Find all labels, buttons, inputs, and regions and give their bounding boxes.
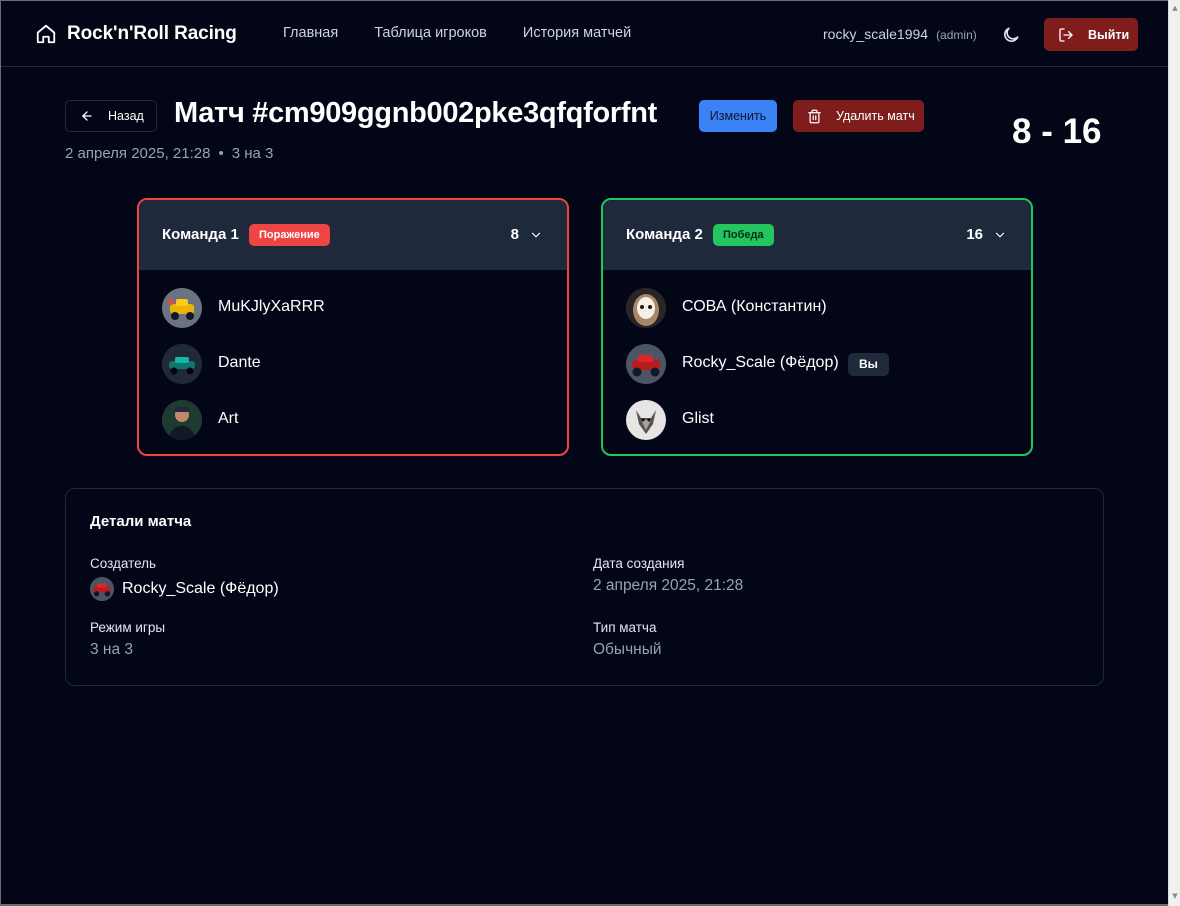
edit-button[interactable]: Изменить bbox=[699, 100, 777, 132]
home-icon bbox=[36, 24, 56, 44]
page-title: Матч #cm909ggnb002pke3qfqforfnt bbox=[174, 97, 657, 129]
logout-label: Выйти bbox=[1088, 27, 1130, 42]
avatar bbox=[626, 400, 666, 440]
game-mode-field: Режим игры 3 на 3 bbox=[90, 620, 165, 659]
player-name: Dante bbox=[218, 354, 261, 371]
player-row[interactable]: Art bbox=[139, 398, 567, 454]
player-name: СОВА (Константин) bbox=[682, 298, 827, 315]
result-badge: Победа bbox=[713, 224, 774, 246]
player-row[interactable]: Dante bbox=[139, 342, 567, 398]
chevron-down-icon[interactable] bbox=[993, 228, 1007, 242]
arrow-left-icon bbox=[82, 111, 92, 121]
creator-link[interactable]: Rocky_Scale (Фёдор) bbox=[90, 577, 279, 601]
team-name: Команда 2 bbox=[626, 226, 703, 243]
created-date-field: Дата создания 2 апреля 2025, 21:28 bbox=[593, 556, 743, 595]
creator-label: Создатель bbox=[90, 556, 157, 571]
player-name: Art bbox=[218, 410, 239, 427]
match-details-card: Детали матча Создатель Rocky_Scale (Фёдо… bbox=[65, 488, 1104, 686]
final-score: 8 - 16 bbox=[1012, 112, 1102, 151]
current-user: rocky_scale1994 (admin) bbox=[823, 26, 977, 42]
avatar bbox=[162, 288, 202, 328]
user-role: (admin) bbox=[936, 28, 977, 42]
match-mode: 3 на 3 bbox=[231, 145, 274, 162]
avatar bbox=[162, 344, 202, 384]
nav-leaderboard[interactable]: Таблица игроков bbox=[374, 25, 487, 41]
game-mode-value: 3 на 3 bbox=[90, 641, 134, 658]
avatar bbox=[626, 288, 666, 328]
player-row[interactable]: Glist bbox=[603, 398, 1031, 454]
player-list: СОВА (Константин) Rocky_Scale (Фёдор) Вы… bbox=[603, 270, 1031, 454]
player-list: MuKJlyXaRRR Dante Art bbox=[139, 270, 567, 454]
avatar bbox=[626, 344, 666, 384]
player-name: MuKJlyXaRRR bbox=[218, 298, 325, 315]
nav-match-history[interactable]: История матчей bbox=[523, 25, 631, 41]
match-date: 2 апреля 2025, 21:28 bbox=[65, 145, 211, 162]
created-date-value: 2 апреля 2025, 21:28 bbox=[593, 577, 744, 594]
game-mode-label: Режим игры bbox=[90, 620, 166, 635]
avatar bbox=[162, 400, 202, 440]
logout-icon bbox=[1059, 27, 1073, 42]
team-header[interactable]: Команда 1 Поражение 8 bbox=[139, 200, 567, 270]
creator-name: Rocky_Scale (Фёдор) bbox=[122, 580, 279, 597]
chevron-down-icon[interactable] bbox=[529, 228, 543, 242]
player-name: Rocky_Scale (Фёдор) bbox=[682, 354, 839, 371]
vertical-scrollbar[interactable]: ▲ ▼ bbox=[1168, 0, 1180, 906]
back-label: Назад bbox=[108, 109, 144, 123]
avatar bbox=[90, 577, 114, 601]
match-meta: 2 апреля 2025, 21:28 • 3 на 3 bbox=[65, 145, 273, 162]
delete-match-button[interactable]: Удалить матч bbox=[793, 100, 924, 132]
meta-separator: • bbox=[218, 145, 224, 162]
brand-title: Rock'n'Roll Racing bbox=[67, 23, 237, 44]
match-type-field: Тип матча Обычный bbox=[593, 620, 662, 659]
window-frame-left bbox=[0, 0, 1, 906]
you-badge: Вы bbox=[848, 353, 889, 376]
team-card-2: Команда 2 Победа 16 СОВА (Константин) Ro… bbox=[601, 198, 1033, 456]
main-nav: Главная Таблица игроков История матчей bbox=[283, 25, 631, 41]
moon-icon[interactable] bbox=[1001, 25, 1021, 45]
team-header[interactable]: Команда 2 Победа 16 bbox=[603, 200, 1031, 270]
team-score: 16 bbox=[966, 226, 983, 243]
details-heading: Детали матча bbox=[90, 513, 192, 530]
brand-link[interactable]: Rock'n'Roll Racing bbox=[35, 23, 237, 45]
scroll-up-icon[interactable]: ▲ bbox=[1171, 4, 1179, 12]
nav-home[interactable]: Главная bbox=[283, 25, 338, 41]
player-row[interactable]: Rocky_Scale (Фёдор) Вы bbox=[603, 342, 1031, 398]
top-navbar: Rock'n'Roll Racing Главная Таблица игрок… bbox=[1, 1, 1168, 67]
creator-field: Создатель Rocky_Scale (Фёдор) bbox=[90, 556, 279, 601]
team-card-1: Команда 1 Поражение 8 MuKJlyXaRRR Dante … bbox=[137, 198, 569, 456]
team-score: 8 bbox=[510, 226, 519, 243]
username: rocky_scale1994 bbox=[823, 26, 929, 42]
team-name: Команда 1 bbox=[162, 226, 239, 243]
created-date-label: Дата создания bbox=[593, 556, 685, 571]
player-name: Glist bbox=[682, 410, 714, 427]
player-row[interactable]: MuKJlyXaRRR bbox=[139, 286, 567, 342]
logout-button[interactable]: Выйти bbox=[1044, 18, 1138, 51]
result-badge: Поражение bbox=[249, 224, 330, 246]
match-type-label: Тип матча bbox=[593, 620, 657, 635]
trash-icon bbox=[808, 109, 821, 123]
scroll-down-icon[interactable]: ▼ bbox=[1171, 892, 1179, 900]
match-type-value: Обычный bbox=[593, 641, 662, 658]
back-button[interactable]: Назад bbox=[65, 100, 157, 132]
delete-label: Удалить матч bbox=[836, 109, 915, 123]
player-row[interactable]: СОВА (Константин) bbox=[603, 286, 1031, 342]
